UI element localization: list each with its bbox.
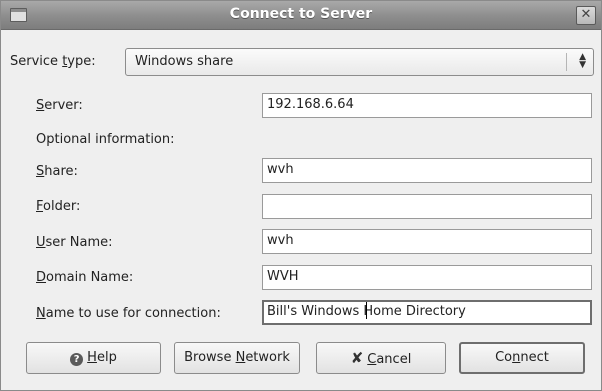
connection-name-label: Name to use for connection:	[36, 306, 221, 321]
service-type-label: Service type:	[10, 54, 96, 69]
connect-to-server-dialog: Connect to Server ✕ Service type: Window…	[0, 0, 602, 391]
cancel-icon: ✘	[350, 349, 364, 367]
combo-arrows-icon: ▲ ▼	[579, 52, 586, 70]
user-name-label: User Name:	[36, 235, 113, 250]
user-name-input[interactable]: wvh	[262, 229, 592, 254]
optional-information-heading: Optional information:	[36, 132, 175, 147]
window-title: Connect to Server	[229, 6, 373, 22]
service-type-combo[interactable]: Windows share ▲ ▼	[125, 48, 594, 76]
domain-name-input[interactable]: WVH	[262, 265, 592, 290]
help-icon: ?	[70, 353, 84, 366]
server-label: Server:	[36, 98, 83, 113]
browse-network-button[interactable]: Browse Network	[174, 342, 300, 374]
folder-label: Folder:	[36, 199, 81, 214]
text-cursor	[366, 302, 367, 319]
combo-separator	[566, 53, 567, 71]
connection-name-input[interactable]: Bill's Windows Home Directory	[262, 300, 592, 325]
service-type-value: Windows share	[135, 54, 234, 69]
share-input[interactable]: wvh	[262, 158, 592, 183]
share-label: Share:	[36, 164, 78, 179]
help-button[interactable]: ? Help	[26, 342, 161, 374]
server-input[interactable]: 192.168.6.64	[262, 93, 592, 118]
close-icon[interactable]: ✕	[576, 6, 596, 25]
connect-button[interactable]: Connect	[459, 342, 585, 374]
title-bar[interactable]: Connect to Server ✕	[1, 1, 601, 30]
folder-input[interactable]	[262, 194, 592, 219]
cancel-button[interactable]: ✘ Cancel	[316, 342, 446, 374]
domain-name-label: Domain Name:	[36, 270, 134, 285]
